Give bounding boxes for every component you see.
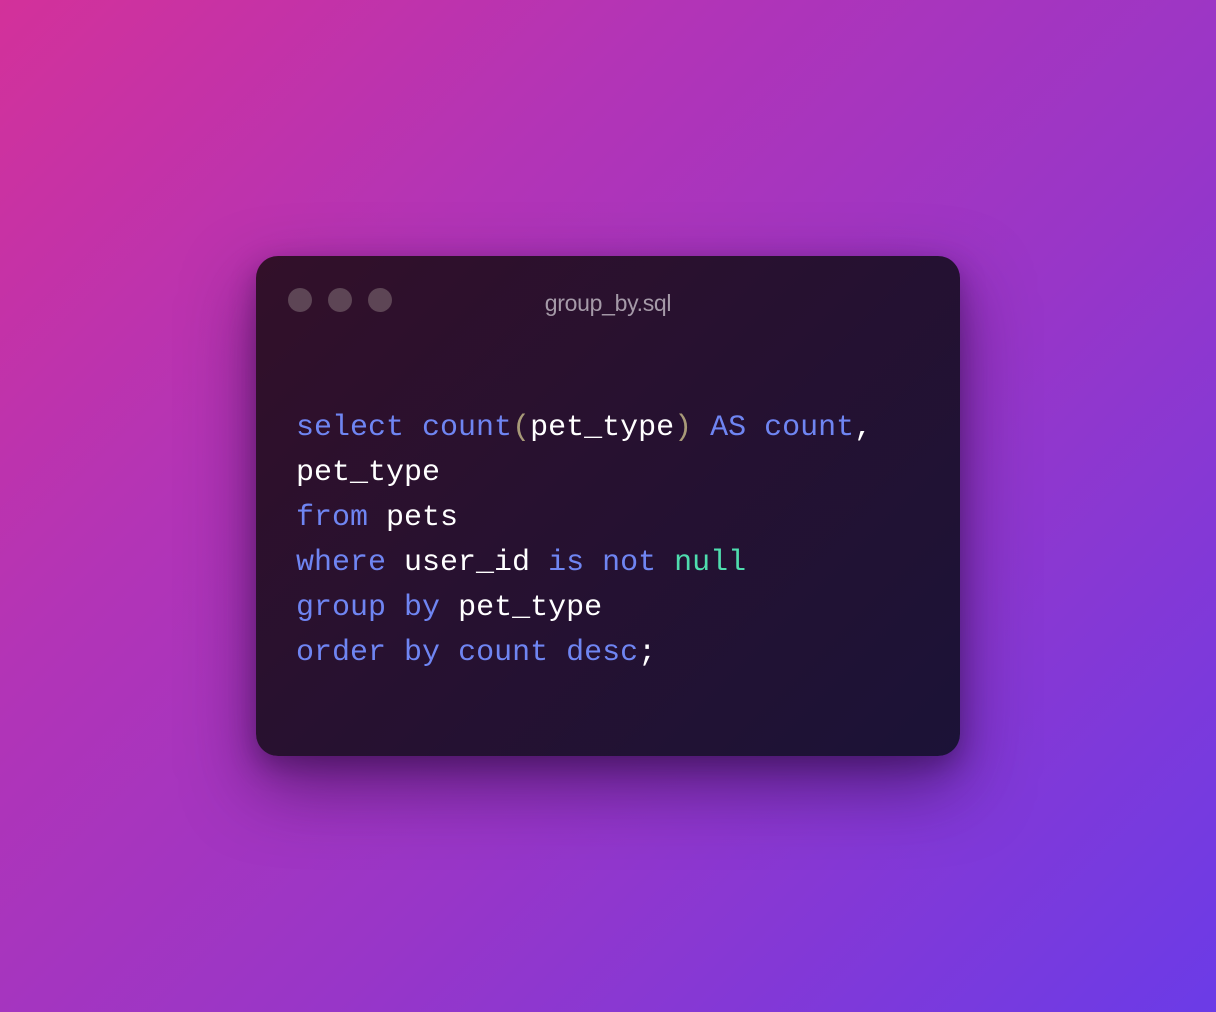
code-token-punc: ; <box>638 636 657 670</box>
code-token-paren: ) <box>674 411 693 445</box>
code-token-id <box>368 501 386 535</box>
code-token-paren: ( <box>512 411 531 445</box>
code-token-id <box>440 591 458 625</box>
code-token-id <box>530 546 548 580</box>
code-token-kw: desc <box>566 636 639 670</box>
code-line: group by pet_type <box>296 586 872 631</box>
code-token-kw: where <box>296 546 387 580</box>
code-line: pet_type <box>296 451 872 496</box>
code-token-id <box>386 546 404 580</box>
code-token-kw: by <box>404 636 441 670</box>
code-block: select count(pet_type) AS count, pet_type… <box>296 406 872 676</box>
code-token-id: pets <box>386 501 459 535</box>
code-window: group_by.sql select count(pet_type) AS c… <box>256 256 960 756</box>
code-token-id <box>746 411 764 445</box>
code-token-id: pet_type <box>458 591 603 625</box>
code-line: where user_id is not null <box>296 541 872 586</box>
code-token-id <box>584 546 602 580</box>
code-token-id: user_id <box>404 546 531 580</box>
code-token-kw: not <box>602 546 657 580</box>
code-token-kw: is <box>548 546 585 580</box>
code-token-kw: group <box>296 591 387 625</box>
page: { "window": { "title": "group_by.sql", "… <box>0 0 1216 1012</box>
code-token-id <box>404 411 422 445</box>
code-token-kw: from <box>296 501 369 535</box>
code-token-lit: null <box>674 546 747 580</box>
code-token-kw: count <box>458 636 549 670</box>
code-token-id <box>656 546 674 580</box>
code-token-id <box>548 636 566 670</box>
code-token-id: pet_type <box>296 456 441 490</box>
code-token-fn: count <box>422 411 513 445</box>
code-line: from pets <box>296 496 872 541</box>
code-token-id: pet_type <box>530 411 675 445</box>
code-token-id <box>440 636 458 670</box>
window-title: group_by.sql <box>544 290 672 316</box>
code-token-kw: AS <box>710 411 747 445</box>
code-token-kw: count <box>764 411 855 445</box>
code-token-kw: by <box>404 591 441 625</box>
code-token-id <box>386 636 404 670</box>
code-line: order by count desc; <box>296 631 872 676</box>
code-token-id <box>692 411 710 445</box>
code-token-kw: order <box>296 636 387 670</box>
code-token-kw: select <box>296 411 405 445</box>
code-line: select count(pet_type) AS count, <box>296 406 872 451</box>
code-token-punc: , <box>854 411 873 445</box>
code-token-id <box>386 591 404 625</box>
